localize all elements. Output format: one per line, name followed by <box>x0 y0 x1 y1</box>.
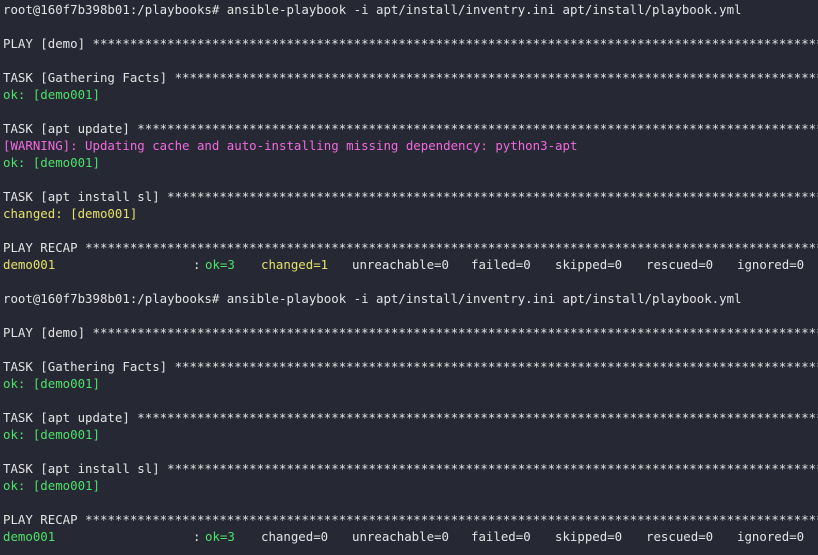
recap-failed: failed=0 <box>471 257 531 272</box>
task-header-line: TASK [apt install sl] ******************… <box>3 188 818 205</box>
recap-separator: : <box>193 257 201 272</box>
play-header-line: PLAY [demo] ****************************… <box>3 35 818 52</box>
separator-stars: ****************************************… <box>85 240 818 255</box>
task-result-line: ok: [demo001] <box>3 427 100 442</box>
separator-stars: ****************************************… <box>174 70 818 85</box>
task-header-label: TASK [apt install sl] <box>3 189 168 204</box>
task-header-label: TASK [apt update] <box>3 121 138 136</box>
recap-changed: changed=0 <box>261 529 329 544</box>
recap-rescued: rescued=0 <box>646 529 714 544</box>
task-header-label: TASK [Gathering Facts] <box>3 70 175 85</box>
task-result-line: ok: [demo001] <box>3 87 100 102</box>
task-result-line: ok: [demo001] <box>3 155 100 170</box>
separator-stars: ****************************************… <box>174 359 818 374</box>
recap-unreachable: unreachable=0 <box>352 529 449 544</box>
recap-ignored: ignored=0 <box>737 257 805 272</box>
separator-stars: ****************************************… <box>92 36 818 51</box>
task-header-line: TASK [Gathering Facts] *****************… <box>3 358 818 375</box>
recap-separator: : <box>193 529 201 544</box>
recap-changed: changed=1 <box>261 257 329 272</box>
play-header-label: PLAY [demo] <box>3 325 93 340</box>
separator-stars: ****************************************… <box>85 512 818 527</box>
terminal-window[interactable]: root@160f7b398b01:/playbooks# ansible-pl… <box>0 0 818 555</box>
task-header-line: TASK [apt update] **********************… <box>3 120 818 137</box>
recap-header-line: PLAY RECAP *****************************… <box>3 239 818 256</box>
task-header-line: TASK [apt install sl] ******************… <box>3 460 818 477</box>
recap-header-label: PLAY RECAP <box>3 240 86 255</box>
task-header-label: TASK [Gathering Facts] <box>3 359 175 374</box>
task-header-line: TASK [apt update] **********************… <box>3 409 818 426</box>
recap-header-label: PLAY RECAP <box>3 512 86 527</box>
warning-line: [WARNING]: Updating cache and auto-insta… <box>3 138 578 153</box>
separator-stars: ****************************************… <box>167 461 818 476</box>
task-header-line: TASK [Gathering Facts] *****************… <box>3 69 818 86</box>
recap-host: demo001 <box>3 257 56 272</box>
recap-skipped: skipped=0 <box>555 529 623 544</box>
separator-stars: ****************************************… <box>92 325 818 340</box>
task-header-label: TASK [apt install sl] <box>3 461 168 476</box>
recap-row: demo001: ok=3 changed=1 unreachable=0 failed… <box>3 256 818 273</box>
play-header-line: PLAY [demo] ****************************… <box>3 324 818 341</box>
task-header-label: TASK [apt update] <box>3 410 138 425</box>
recap-ok: ok=3 <box>205 257 235 272</box>
separator-stars: ****************************************… <box>167 189 818 204</box>
recap-header-line: PLAY RECAP *****************************… <box>3 511 818 528</box>
recap-failed: failed=0 <box>471 529 531 544</box>
task-result-line: changed: [demo001] <box>3 206 138 221</box>
task-result-line: ok: [demo001] <box>3 376 100 391</box>
recap-ignored: ignored=0 <box>737 529 805 544</box>
task-result-line: ok: [demo001] <box>3 478 100 493</box>
separator-stars: ****************************************… <box>137 121 818 136</box>
recap-ok: ok=3 <box>205 529 235 544</box>
separator-stars: ****************************************… <box>137 410 818 425</box>
recap-rescued: rescued=0 <box>646 257 714 272</box>
recap-row: demo001: ok=3 changed=0 unreachable=0 failed… <box>3 528 818 545</box>
play-header-label: PLAY [demo] <box>3 36 93 51</box>
recap-skipped: skipped=0 <box>555 257 623 272</box>
command-prompt-line: root@160f7b398b01:/playbooks# ansible-pl… <box>3 2 742 17</box>
command-prompt-line: root@160f7b398b01:/playbooks# ansible-pl… <box>3 291 742 306</box>
recap-host: demo001 <box>3 529 56 544</box>
recap-unreachable: unreachable=0 <box>352 257 449 272</box>
